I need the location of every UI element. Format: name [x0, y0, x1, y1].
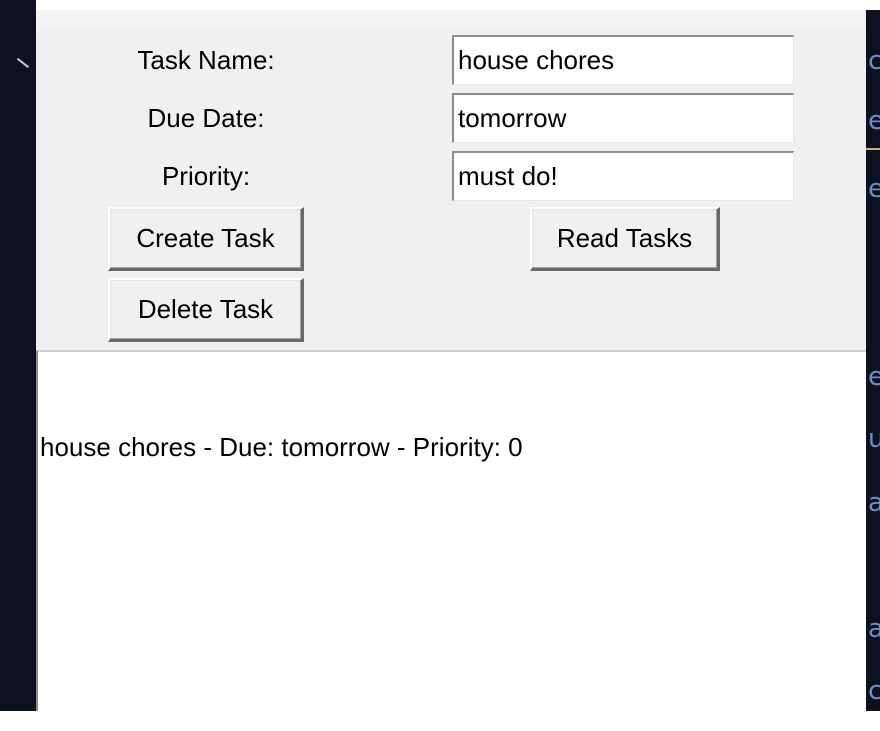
task-name-input[interactable]: house chores [452, 35, 794, 85]
editor-text-fragment: e [868, 362, 880, 392]
editor-background-left [0, 0, 36, 711]
priority-label: Priority: [161, 161, 251, 191]
read-tasks-button[interactable]: Read Tasks [530, 207, 720, 271]
window-top-strip [36, 10, 866, 30]
task-list-textarea[interactable]: house chores - Due: tomorrow - Priority:… [36, 350, 866, 711]
screen: c e e e u a a c Task Name: house chores … [0, 0, 880, 731]
editor-text-fragment: c [868, 676, 880, 706]
priority-input[interactable]: must do! [452, 151, 794, 201]
line-mark-icon [16, 57, 30, 69]
editor-text-fragment: u [868, 424, 880, 454]
due-date-label: Due Date: [147, 103, 265, 133]
editor-text-fragment: e [868, 174, 880, 204]
task-name-label: Task Name: [137, 45, 275, 75]
task-list-line: house chores - Due: tomorrow - Priority:… [40, 432, 523, 462]
editor-text-fragment: a [868, 488, 880, 518]
editor-text-fragment: c [868, 46, 880, 76]
editor-background-right: c e e e u a a c [866, 10, 880, 711]
delete-task-button[interactable]: Delete Task [108, 278, 304, 342]
editor-text-fragment: e [868, 106, 880, 136]
task-manager-window: Task Name: house chores Due Date: tomorr… [36, 10, 866, 711]
due-date-input[interactable]: tomorrow [452, 93, 794, 143]
top-margin [0, 0, 880, 10]
create-task-button[interactable]: Create Task [108, 207, 304, 271]
editor-underline [866, 148, 880, 150]
bottom-margin [0, 711, 880, 731]
editor-text-fragment: a [868, 614, 880, 644]
